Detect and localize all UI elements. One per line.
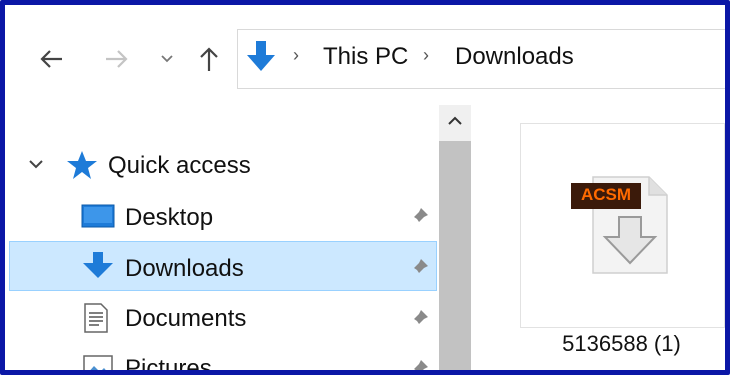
- sidebar-scrollbar[interactable]: [439, 105, 471, 370]
- pin-icon[interactable]: [407, 205, 431, 229]
- explorer-window: › This PC › Downloads Quick access Deskt…: [0, 0, 730, 375]
- file-name: 5136588 (1): [562, 331, 681, 356]
- recent-locations-button[interactable]: [155, 42, 179, 76]
- back-button[interactable]: [31, 42, 71, 76]
- breadcrumb-this-pc[interactable]: This PC: [323, 43, 408, 71]
- chevron-down-icon[interactable]: [27, 157, 45, 171]
- arrow-right-icon: [106, 50, 128, 68]
- documents-icon: [84, 303, 108, 333]
- star-icon: [67, 151, 97, 179]
- up-button[interactable]: [191, 42, 227, 76]
- sidebar-item-label: Pictures: [125, 355, 212, 375]
- arrow-left-icon: [40, 50, 62, 68]
- downloads-arrow-icon: [247, 41, 275, 71]
- pin-icon[interactable]: [407, 307, 431, 331]
- sidebar-item-desktop[interactable]: [9, 193, 437, 241]
- pin-icon[interactable]: [407, 256, 431, 280]
- pictures-icon: [83, 355, 113, 370]
- scroll-up-icon[interactable]: [447, 115, 463, 127]
- scrollbar-thumb[interactable]: [439, 141, 471, 370]
- arrow-up-icon: [200, 47, 218, 71]
- navigation-bar: › This PC › Downloads: [5, 5, 725, 105]
- quick-access-label[interactable]: Quick access: [108, 152, 251, 180]
- forward-button[interactable]: [97, 42, 137, 76]
- downloads-icon: [83, 252, 113, 278]
- sidebar-item-pictures[interactable]: [9, 343, 437, 370]
- sidebar-item-label: Downloads: [125, 255, 244, 282]
- desktop-icon: [81, 204, 115, 228]
- breadcrumb-separator: ›: [293, 45, 299, 65]
- sidebar-item-label: Desktop: [125, 204, 214, 231]
- breadcrumb-separator: ›: [423, 45, 429, 65]
- sidebar-item-label: Documents: [125, 305, 247, 332]
- pin-icon[interactable]: [407, 357, 431, 375]
- breadcrumb-downloads[interactable]: Downloads: [455, 43, 574, 71]
- chevron-down-icon: [161, 55, 173, 63]
- file-badge: ACSM: [581, 185, 632, 204]
